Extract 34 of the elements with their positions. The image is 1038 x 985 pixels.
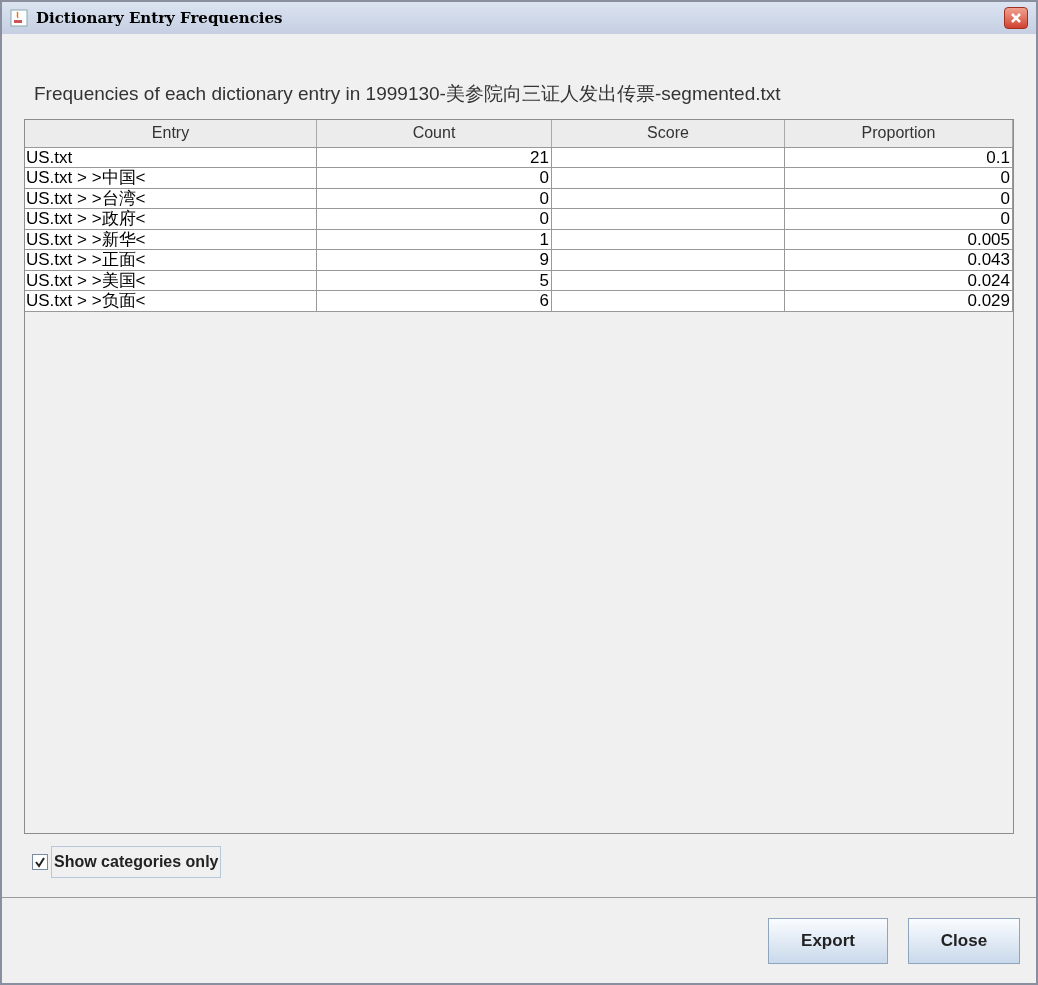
window-title: Dictionary Entry Frequencies: [36, 7, 284, 29]
table-cell: 0: [317, 209, 552, 229]
column-header[interactable]: Count: [317, 119, 552, 147]
column-header[interactable]: Proportion: [785, 119, 1013, 147]
table-cell: 1: [317, 229, 552, 249]
table-cell: 0: [785, 188, 1013, 208]
column-header[interactable]: Score: [552, 119, 785, 147]
table-cell: 0: [785, 168, 1013, 188]
table-cell: 5: [317, 270, 552, 290]
table-cell: 0: [785, 209, 1013, 229]
table-cell: 0.029: [785, 291, 1013, 311]
checkbox[interactable]: [32, 853, 48, 870]
column-header[interactable]: Entry: [25, 119, 317, 147]
table-cell: 21: [317, 147, 552, 167]
table-cell: 0.043: [785, 250, 1013, 270]
table-cell: US.txt > >美国<: [25, 270, 317, 290]
caption-text: Frequencies of each dictionary entry in 1999130-美参院向三证人发出传票-segmented.txt: [34, 82, 782, 106]
dialog-button[interactable]: Export: [768, 917, 888, 964]
table-cell: US.txt > >中国<: [25, 168, 317, 188]
table-cell: 0.1: [785, 147, 1013, 167]
table-cell: US.txt > >政府<: [25, 209, 317, 229]
table-cell: 9: [317, 250, 552, 270]
table-cell: 0: [317, 188, 552, 208]
table-cell: US.txt > >负面<: [25, 291, 317, 311]
table-cell: 0: [317, 168, 552, 188]
table-cell: 0.005: [785, 229, 1013, 249]
table-cell: US.txt > >台湾<: [25, 188, 317, 208]
table-cell: US.txt: [25, 147, 317, 167]
table-cell: 6: [317, 291, 552, 311]
close-icon[interactable]: [1004, 7, 1028, 29]
table-cell: 0.024: [785, 270, 1013, 290]
dialog-button[interactable]: Close: [908, 917, 1020, 964]
table-cell: US.txt > >正面<: [25, 250, 317, 270]
table-cell: US.txt > >新华<: [25, 229, 317, 249]
